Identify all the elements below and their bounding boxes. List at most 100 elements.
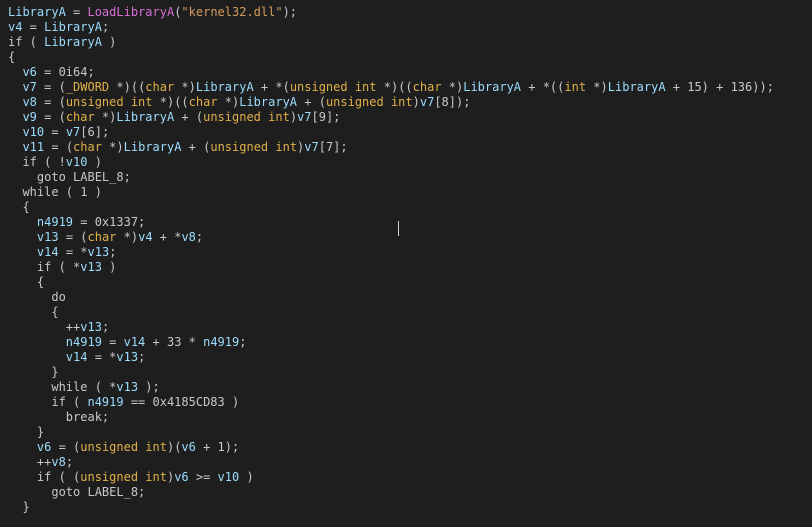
code-line[interactable]: ++v13; <box>8 320 812 335</box>
code-line[interactable]: do <box>8 290 812 305</box>
variable-token[interactable]: v8 <box>51 455 65 469</box>
variable-token[interactable]: v6 <box>174 470 188 484</box>
code-line[interactable]: break; <box>8 410 812 425</box>
code-line[interactable]: v11 = (char *)LibraryA + (unsigned int)v… <box>8 140 812 155</box>
variable-token[interactable]: v8 <box>22 95 36 109</box>
variable-token[interactable]: LibraryA <box>44 35 102 49</box>
code-text: = <box>22 20 45 34</box>
code-line[interactable]: if ( LibraryA ) <box>8 35 812 50</box>
variable-token[interactable]: v10 <box>218 470 240 484</box>
variable-token[interactable]: LibraryA <box>608 80 666 94</box>
type-token: char <box>73 140 102 154</box>
variable-token[interactable]: v11 <box>22 140 44 154</box>
code-text: = <box>65 5 88 19</box>
code-line[interactable]: v6 = 0i64; <box>8 65 812 80</box>
decompiled-code-view[interactable]: LibraryA = LoadLibraryA("kernel32.dll");… <box>8 5 812 515</box>
code-line[interactable]: if ( n4919 == 0x4185CD83 ) <box>8 395 812 410</box>
code-line[interactable]: ++v8; <box>8 455 812 470</box>
code-editor[interactable]: LibraryA = LoadLibraryA("kernel32.dll");… <box>0 0 812 527</box>
variable-token[interactable]: LibraryA <box>463 80 521 94</box>
variable-token[interactable]: v10 <box>22 125 44 139</box>
code-line[interactable]: } <box>8 365 812 380</box>
type-token: unsigned int <box>210 140 298 154</box>
code-text: { <box>8 275 45 289</box>
code-line[interactable]: { <box>8 305 812 320</box>
code-line[interactable]: if ( !v10 ) <box>8 155 812 170</box>
code-text: ++ <box>8 455 52 469</box>
variable-token[interactable]: LibraryA <box>44 20 102 34</box>
variable-token[interactable]: v13 <box>37 230 59 244</box>
variable-token[interactable]: v14 <box>124 335 146 349</box>
variable-token[interactable]: LibraryA <box>239 95 297 109</box>
code-text: [7]; <box>318 140 348 154</box>
code-text: } <box>8 425 45 439</box>
code-text: = ( <box>36 110 66 124</box>
variable-token[interactable]: v13 <box>80 320 102 334</box>
code-line[interactable]: v14 = *v13; <box>8 245 812 260</box>
code-text: = ( <box>51 440 81 454</box>
code-text: } <box>8 500 30 514</box>
variable-token[interactable]: LibraryA <box>196 80 254 94</box>
variable-token[interactable]: n4919 <box>66 335 102 349</box>
code-line[interactable]: if ( *v13 ) <box>8 260 812 275</box>
code-line[interactable]: v6 = (unsigned int)(v6 + 1); <box>8 440 812 455</box>
variable-token[interactable]: v13 <box>116 350 138 364</box>
code-text: ) <box>87 155 102 169</box>
code-line[interactable]: { <box>8 275 812 290</box>
code-text: + ( <box>174 110 204 124</box>
code-line[interactable]: v7 = (_DWORD *)((char *)LibraryA + *(uns… <box>8 80 812 95</box>
code-text: *) <box>101 140 124 154</box>
variable-token[interactable]: v4 <box>8 20 22 34</box>
code-line[interactable]: n4919 = v14 + 33 * n4919; <box>8 335 812 350</box>
variable-token[interactable]: v4 <box>138 230 152 244</box>
variable-token[interactable]: v7 <box>304 140 318 154</box>
type-token: unsigned int <box>65 95 153 109</box>
code-line[interactable]: while ( 1 ) <box>8 185 812 200</box>
code-text: *) <box>586 80 608 94</box>
code-line[interactable]: while ( *v13 ); <box>8 380 812 395</box>
variable-token[interactable]: n4919 <box>87 395 123 409</box>
variable-token[interactable]: v6 <box>181 440 195 454</box>
code-line[interactable]: v10 = v7[6]; <box>8 125 812 140</box>
variable-token[interactable]: v6 <box>22 65 36 79</box>
code-text: ) <box>289 110 298 124</box>
variable-token[interactable]: v7 <box>297 110 311 124</box>
variable-token[interactable]: v7 <box>22 80 36 94</box>
variable-token[interactable]: v6 <box>37 440 51 454</box>
code-text: if ( ! <box>8 155 66 169</box>
code-line[interactable]: if ( (unsigned int)v6 >= v10 ) <box>8 470 812 485</box>
code-line[interactable]: goto LABEL_8; <box>8 485 812 500</box>
variable-token[interactable]: LibraryA <box>8 5 66 19</box>
type-token: unsigned int <box>80 470 167 484</box>
variable-token[interactable]: LibraryA <box>124 140 182 154</box>
function-token[interactable]: LoadLibraryA <box>87 5 174 19</box>
code-line[interactable]: v8 = (unsigned int *)((char *)LibraryA +… <box>8 95 812 110</box>
code-line[interactable]: v14 = *v13; <box>8 350 812 365</box>
code-line[interactable]: n4919 = 0x1337; <box>8 215 812 230</box>
code-text: + ( <box>181 140 211 154</box>
variable-token[interactable]: n4919 <box>203 335 239 349</box>
variable-token[interactable]: LibraryA <box>116 110 174 124</box>
code-line[interactable]: } <box>8 425 812 440</box>
variable-token[interactable]: v7 <box>66 125 80 139</box>
variable-token[interactable]: v8 <box>181 230 195 244</box>
code-line[interactable]: v4 = LibraryA; <box>8 20 812 35</box>
code-line[interactable]: v13 = (char *)v4 + *v8; <box>8 230 812 245</box>
code-line[interactable]: goto LABEL_8; <box>8 170 812 185</box>
variable-token[interactable]: v13 <box>88 245 110 259</box>
variable-token[interactable]: v14 <box>37 245 59 259</box>
variable-token[interactable]: v14 <box>66 350 88 364</box>
code-line[interactable]: LibraryA = LoadLibraryA("kernel32.dll"); <box>8 5 812 20</box>
variable-token[interactable]: n4919 <box>37 215 73 229</box>
code-line[interactable]: v9 = (char *)LibraryA + (unsigned int)v7… <box>8 110 812 125</box>
variable-token[interactable]: v13 <box>80 260 102 274</box>
code-line[interactable]: { <box>8 200 812 215</box>
code-line[interactable]: } <box>8 500 812 515</box>
variable-token[interactable]: v9 <box>22 110 36 124</box>
variable-token[interactable]: v13 <box>116 380 138 394</box>
variable-token[interactable]: v7 <box>420 95 434 109</box>
code-line[interactable]: { <box>8 50 812 65</box>
variable-token[interactable]: v10 <box>66 155 88 169</box>
